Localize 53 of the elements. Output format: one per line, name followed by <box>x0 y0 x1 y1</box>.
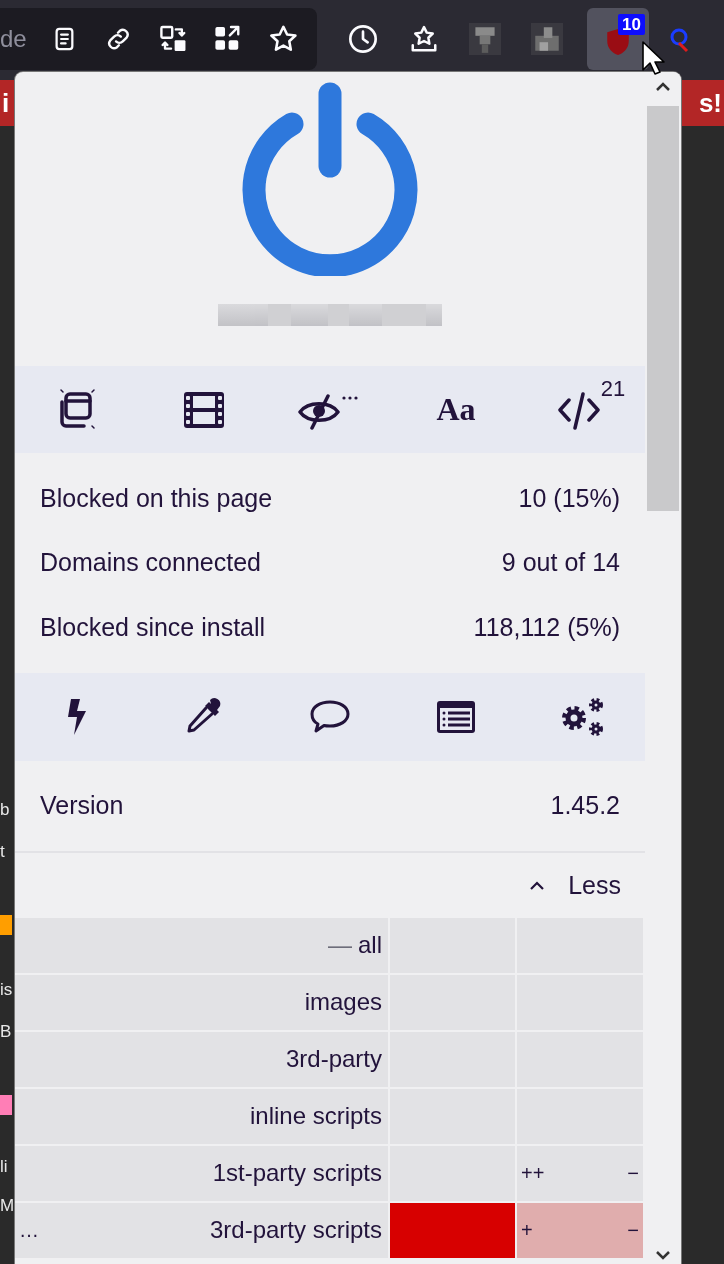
clock-icon[interactable] <box>347 23 379 55</box>
address-bar[interactable]: de <box>0 8 317 70</box>
rule-count: − <box>627 1161 639 1185</box>
mouse-cursor-icon <box>641 40 665 76</box>
page-text: M <box>0 1196 15 1216</box>
address-text: de <box>0 25 27 53</box>
scrollbar-thumb[interactable] <box>647 106 679 511</box>
translate-icon[interactable] <box>158 24 188 54</box>
stat-label: Domains connected <box>40 548 261 578</box>
stat-label: Blocked on this page <box>40 483 273 513</box>
rule-count: − <box>627 1218 639 1242</box>
page-text: B <box>0 1022 12 1042</box>
page-text: t <box>0 842 5 862</box>
stat-value: 9 out of 14 <box>501 548 620 578</box>
star-tray-icon[interactable] <box>409 24 439 54</box>
film-icon[interactable] <box>182 389 226 430</box>
page-text: is <box>0 980 13 1000</box>
page-text: li <box>0 1157 8 1177</box>
stat-value: 118,112 (5%) <box>473 612 620 642</box>
page-text: i <box>1 87 11 119</box>
rule-name: inline scripts <box>249 1102 382 1129</box>
blurred-extension-icon[interactable] <box>531 23 563 55</box>
page-text: s! <box>697 87 723 119</box>
scroll-up-icon[interactable] <box>655 82 671 92</box>
global-rule-cell[interactable] <box>390 1202 515 1258</box>
blurred-extension-icon[interactable] <box>469 23 501 55</box>
version-value: 1.45.2 <box>550 791 620 820</box>
rule-name: 1st-party scripts <box>212 1159 382 1186</box>
power-button[interactable] <box>240 82 420 276</box>
rule-name: all <box>358 931 382 958</box>
less-toggle[interactable]: Less <box>528 870 645 900</box>
rule-name: 3rd-party scripts <box>209 1216 382 1243</box>
rule-name: 3rd-party <box>285 1045 382 1072</box>
script-count: 21 <box>600 375 626 402</box>
scroll-down-icon[interactable] <box>655 1250 671 1260</box>
shield-icon <box>605 28 631 56</box>
page-text: b <box>0 800 10 820</box>
code-icon[interactable] <box>556 389 601 430</box>
stat-label: Blocked since install <box>40 612 266 642</box>
rule-count: + <box>521 1218 533 1242</box>
version-label: Version <box>40 791 124 820</box>
font-toggle[interactable]: Aa <box>436 391 476 428</box>
rule-count: ++ <box>521 1161 545 1185</box>
more-dots[interactable]: … <box>19 1218 39 1242</box>
list-window-icon[interactable] <box>435 698 477 735</box>
local-rule-cell[interactable]: ++ − <box>517 1145 643 1201</box>
collapse-dash[interactable]: — <box>328 931 352 958</box>
rule-name: images <box>304 988 382 1015</box>
stat-value: 10 (15%) <box>518 483 620 513</box>
local-rule-cell[interactable]: + − <box>517 1202 643 1258</box>
gears-icon[interactable] <box>559 695 605 738</box>
count-badge: 10 <box>618 14 645 35</box>
extension-button[interactable]: 10 <box>587 8 649 70</box>
